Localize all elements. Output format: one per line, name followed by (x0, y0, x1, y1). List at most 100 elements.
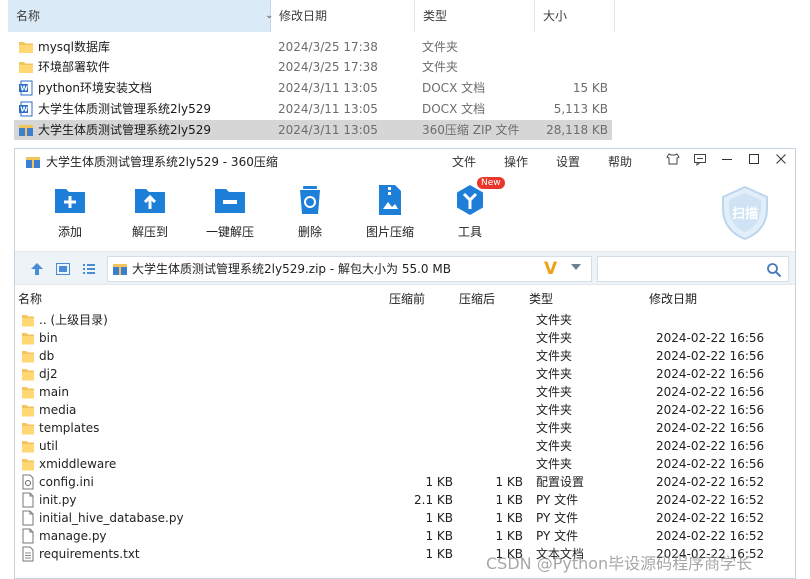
file-type: DOCX 文档 (422, 102, 486, 116)
config-file-icon (22, 474, 34, 490)
explorer-row[interactable]: 环境部署软件 2024/3/25 17:38 文件夹 (14, 57, 612, 77)
tools-button[interactable]: New 工具 (435, 177, 505, 240)
archive-row[interactable]: templates 文件夹 2024-02-22 16:56 (15, 419, 795, 437)
zip-archive-icon (19, 125, 33, 136)
scan-button[interactable]: 扫描 (719, 185, 771, 241)
one-click-extract-button[interactable]: 一键解压 (195, 183, 265, 240)
explorer-column-header: 名称 ⌃ ⌄ 修改日期 类型 大小 (0, 0, 615, 32)
archive-row[interactable]: manage.py 1 KB 1 KB PY 文件 2024-02-22 16:52 (15, 527, 795, 545)
word-doc-icon: W (19, 80, 33, 96)
explorer-row-selected[interactable]: 大学生体质测试管理系统2ly529 2024/3/11 13:05 360压缩 … (14, 120, 612, 140)
list-view-icon[interactable] (81, 261, 97, 277)
search-box[interactable] (597, 256, 789, 282)
explorer-row[interactable]: W python环境安装文档 2024/3/11 13:05 DOCX 文档 1… (14, 78, 612, 98)
search-input[interactable] (604, 260, 754, 278)
archive-row[interactable]: util 文件夹 2024-02-22 16:56 (15, 437, 795, 455)
extract-icon (135, 189, 165, 213)
folder-icon (22, 405, 34, 417)
menu-settings[interactable]: 设置 (556, 149, 580, 175)
file-modified: 2024-02-22 16:56 (656, 385, 765, 399)
file-size: 5,113 KB (553, 102, 608, 116)
archive-row[interactable]: dj2 文件夹 2024-02-22 16:56 (15, 365, 795, 383)
search-icon[interactable] (766, 262, 782, 278)
chevron-down-icon[interactable] (571, 264, 581, 270)
zip-archive-icon (113, 264, 127, 275)
file-type: 文件夹 (536, 331, 573, 345)
file-type: 文件夹 (536, 385, 573, 399)
feedback-icon[interactable] (690, 152, 710, 172)
address-field[interactable]: 大学生体质测试管理系统2ly529.zip - 解包大小为 55.0 MB V (107, 256, 592, 282)
column-type[interactable]: 类型 (529, 288, 553, 310)
column-compressed-before[interactable]: 压缩前 (389, 288, 425, 310)
file-modified: 2024-02-22 16:52 (656, 493, 765, 507)
archive-row[interactable]: xmiddleware 文件夹 2024-02-22 16:56 (15, 455, 795, 473)
toolbar: 添加 解压到 一键解压 删除 图片压缩 New 工具 扫描 (15, 175, 795, 251)
menu-file[interactable]: 文件 (452, 149, 476, 175)
file-type: 文件夹 (536, 367, 573, 381)
file-icon (22, 492, 34, 508)
add-button[interactable]: 添加 (35, 183, 105, 240)
maximize-icon[interactable] (744, 152, 764, 172)
explorer-row[interactable]: mysql数据库 2024/3/25 17:38 文件夹 (14, 37, 612, 57)
archive-row[interactable]: init.py 2.1 KB 1 KB PY 文件 2024-02-22 16:52 (15, 491, 795, 509)
folder-icon (22, 369, 34, 381)
archive-row[interactable]: .. (上级目录) 文件夹 (15, 311, 795, 329)
file-icon (22, 528, 34, 544)
image-compress-icon (379, 185, 401, 215)
file-type: 360压缩 ZIP 文件 (422, 123, 520, 137)
column-name[interactable]: 名称 ⌃ ⌄ (8, 0, 273, 32)
text-file-icon (22, 546, 34, 562)
image-compress-button[interactable]: 图片压缩 (355, 183, 425, 240)
file-name: main (39, 385, 69, 399)
compressed-before: 2.1 KB (414, 493, 453, 507)
file-type: 文件夹 (422, 40, 459, 54)
verified-v-icon[interactable]: V (544, 260, 557, 278)
explorer-row[interactable]: W 大学生体质测试管理系统2ly529 2024/3/11 13:05 DOCX… (14, 99, 612, 119)
file-type: 文件夹 (536, 421, 573, 435)
column-modified[interactable]: 修改日期 (649, 288, 697, 310)
file-name: mysql数据库 (38, 40, 110, 54)
file-modified: 2024-02-22 16:52 (656, 475, 765, 489)
delete-button[interactable]: 删除 (275, 183, 345, 240)
archive-row[interactable]: config.ini 1 KB 1 KB 配置设置 2024-02-22 16:52 (15, 473, 795, 491)
menu-help[interactable]: 帮助 (608, 149, 632, 175)
archive-row[interactable]: bin 文件夹 2024-02-22 16:56 (15, 329, 795, 347)
scan-label: 扫描 (731, 207, 758, 222)
archive-column-header: 名称 压缩前 压缩后 类型 修改日期 (15, 288, 795, 310)
image-compress-label: 图片压缩 (365, 225, 414, 239)
archive-row[interactable]: media 文件夹 2024-02-22 16:56 (15, 401, 795, 419)
column-size[interactable]: 大小 (535, 0, 615, 32)
archive-window: 大学生体质测试管理系统2ly529 - 360压缩 文件 操作 设置 帮助 添加… (14, 148, 796, 579)
up-arrow-icon[interactable] (29, 261, 45, 277)
file-explorer-list: 名称 ⌃ ⌄ 修改日期 类型 大小 mysql数据库 2024/3/25 17:… (0, 0, 810, 148)
tools-label: 工具 (457, 225, 482, 239)
file-modified: 2024-02-22 16:56 (656, 367, 765, 381)
csdn-watermark: CSDN @Python毕设源码程序商学长 (486, 554, 753, 573)
column-name-label: 名称 (16, 9, 41, 23)
column-type[interactable]: 类型 (415, 0, 535, 32)
column-date[interactable]: 修改日期 (271, 0, 415, 32)
file-type: 文件夹 (536, 439, 573, 453)
close-icon[interactable] (771, 152, 791, 172)
archive-row[interactable]: main 文件夹 2024-02-22 16:56 (15, 383, 795, 401)
folder-icon (22, 351, 34, 363)
menu-operation[interactable]: 操作 (504, 149, 528, 175)
file-date: 2024/3/11 13:05 (278, 123, 378, 137)
column-compressed-after[interactable]: 压缩后 (459, 288, 495, 310)
minimize-icon[interactable] (717, 152, 737, 172)
file-modified: 2024-02-22 16:56 (656, 421, 765, 435)
svg-text:W: W (20, 85, 28, 93)
archive-row[interactable]: db 文件夹 2024-02-22 16:56 (15, 347, 795, 365)
compressed-before: 1 KB (425, 529, 453, 543)
thumbnail-view-icon[interactable] (55, 261, 71, 277)
folder-icon (19, 62, 33, 73)
skin-icon[interactable] (663, 152, 683, 172)
extract-to-button[interactable]: 解压到 (115, 183, 185, 240)
file-name: requirements.txt (39, 547, 140, 561)
title-bar[interactable]: 大学生体质测试管理系统2ly529 - 360压缩 文件 操作 设置 帮助 (15, 149, 795, 175)
compressed-before: 1 KB (425, 475, 453, 489)
column-name[interactable]: 名称 (18, 288, 42, 310)
word-doc-icon: W (19, 101, 33, 117)
archive-row[interactable]: initial_hive_database.py 1 KB 1 KB PY 文件 202… (15, 509, 795, 527)
sort-ascending-icon: ⌃ (143, 0, 151, 1)
